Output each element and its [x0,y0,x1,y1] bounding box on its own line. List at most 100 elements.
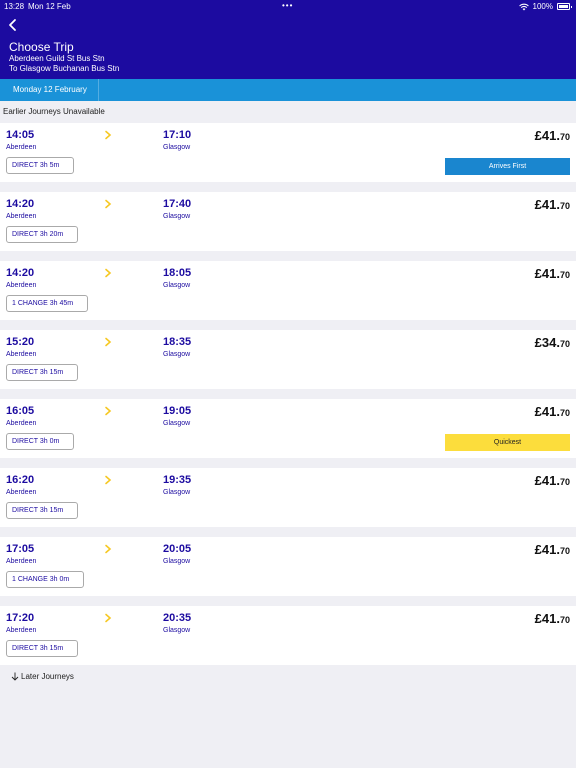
arrives-first-badge[interactable]: Arrives First [445,158,570,175]
departure-time: 15:20 [6,336,35,348]
arrival-place: Glasgow [163,420,191,427]
price-main: £34. [534,335,560,350]
price: £41.70 [535,611,570,626]
journey-duration-pill: DIRECT 3h 15m [6,502,78,519]
chevron-right-icon [105,337,112,347]
arrival-time: 20:35 [163,612,192,624]
departure-place: Aberdeen [6,282,37,289]
departure-time: 14:20 [6,198,35,210]
status-date: Mon 12 Feb [28,2,71,11]
journey-duration-pill: DIRECT 3h 15m [6,364,78,381]
price: £41.70 [535,404,570,419]
arrival-time: 19:35 [163,474,192,486]
price-pence: 70 [559,408,570,418]
price-pence: 70 [559,546,570,556]
departure-place: Aberdeen [6,558,37,565]
departure-place: Aberdeen [6,351,37,358]
departure-place: Aberdeen [6,144,37,151]
arrival-time: 17:10 [163,129,192,141]
price-main: £41. [534,266,560,281]
journey-row[interactable]: 16:20 Aberdeen 19:35 Glasgow £41.70 DIRECT 3h… [0,468,576,527]
chevron-right-icon [105,475,112,485]
chevron-right-icon [105,199,112,209]
status-indicators: 100% [518,2,572,11]
arrival-place: Glasgow [163,627,191,634]
route-origin: Aberdeen Guild St Bus Stn [9,54,105,63]
journey-row[interactable]: 14:20 Aberdeen 18:05 Glasgow £41.70 1 CHANGE … [0,261,576,320]
arrival-place: Glasgow [163,144,191,151]
route-destination: To Glasgow Buchanan Bus Stn [9,64,120,73]
quickest-badge[interactable]: Quickest [445,434,570,451]
price: £41.70 [535,128,570,143]
chevron-right-icon [105,130,112,140]
journey-row[interactable]: 14:20 Aberdeen 17:40 Glasgow £41.70 DIRECT 3h… [0,192,576,251]
journey-duration-pill: 1 CHANGE 3h 0m [6,571,84,588]
app-header: 13:28 Mon 12 Feb ••• 100% Choose Trip Ab… [0,0,576,79]
status-bar: 13:28 Mon 12 Feb ••• 100% [0,0,576,13]
price-pence: 70 [559,132,570,142]
price: £41.70 [535,473,570,488]
arrival-time: 18:35 [163,336,192,348]
price-main: £41. [534,197,560,212]
journey-duration-pill: 1 CHANGE 3h 45m [6,295,88,312]
date-tab[interactable]: Monday 12 February [0,79,99,101]
price-pence: 70 [559,477,570,487]
price: £41.70 [535,542,570,557]
price-pence: 70 [559,615,570,625]
departure-place: Aberdeen [6,627,37,634]
chevron-right-icon [105,613,112,623]
chevron-right-icon [105,268,112,278]
departure-time: 16:05 [6,405,35,417]
price-pence: 70 [559,270,570,280]
departure-time: 14:05 [6,129,35,141]
journey-row[interactable]: 17:05 Aberdeen 20:05 Glasgow £41.70 1 CHANGE … [0,537,576,596]
price-main: £41. [534,128,560,143]
wifi-icon [518,3,529,10]
price: £41.70 [535,266,570,281]
price-main: £41. [534,473,560,488]
departure-place: Aberdeen [6,420,37,427]
page-title: Choose Trip [9,40,74,54]
price-pence: 70 [559,339,570,349]
later-journeys-button[interactable]: Later Journeys [11,672,74,681]
back-chevron-icon[interactable] [5,17,21,33]
journey-row[interactable]: 16:05 Aberdeen 19:05 Glasgow £41.70 DIRECT 3h… [0,399,576,458]
journey-row[interactable]: 17:20 Aberdeen 20:35 Glasgow £41.70 DIRECT 3h… [0,606,576,665]
arrival-time: 19:05 [163,405,192,417]
arrival-place: Glasgow [163,558,191,565]
later-journeys-label: Later Journeys [21,672,74,681]
battery-percent: 100% [532,2,553,11]
multitask-dots[interactable]: ••• [282,1,293,10]
chevron-right-icon [105,544,112,554]
arrival-time: 17:40 [163,198,192,210]
journey-row[interactable]: 14:05 Aberdeen 17:10 Glasgow £41.70 DIRECT 3h… [0,123,576,182]
date-selector-bar: Monday 12 February [0,79,576,101]
arrival-time: 18:05 [163,267,192,279]
price: £41.70 [535,197,570,212]
departure-time: 16:20 [6,474,35,486]
arrival-place: Glasgow [163,213,191,220]
departure-place: Aberdeen [6,213,37,220]
arrival-place: Glasgow [163,351,191,358]
chevron-right-icon [105,406,112,416]
earlier-journeys-label: Earlier Journeys Unavailable [3,107,105,116]
journey-row[interactable]: 15:20 Aberdeen 18:35 Glasgow £34.70 DIRECT 3h… [0,330,576,389]
departure-time: 14:20 [6,267,35,279]
arrival-time: 20:05 [163,543,192,555]
journey-duration-pill: DIRECT 3h 20m [6,226,78,243]
status-time: 13:28 [4,2,25,11]
departure-place: Aberdeen [6,489,37,496]
price-main: £41. [534,404,560,419]
battery-icon [557,3,572,10]
journey-duration-pill: DIRECT 3h 0m [6,433,74,450]
journey-duration-pill: DIRECT 3h 15m [6,640,78,657]
price-pence: 70 [559,201,570,211]
departure-time: 17:05 [6,543,35,555]
journey-duration-pill: DIRECT 3h 5m [6,157,74,174]
departure-time: 17:20 [6,612,35,624]
price: £34.70 [535,335,570,350]
price-main: £41. [534,542,560,557]
arrival-place: Glasgow [163,282,191,289]
price-main: £41. [534,611,560,626]
arrow-down-icon [11,672,19,681]
